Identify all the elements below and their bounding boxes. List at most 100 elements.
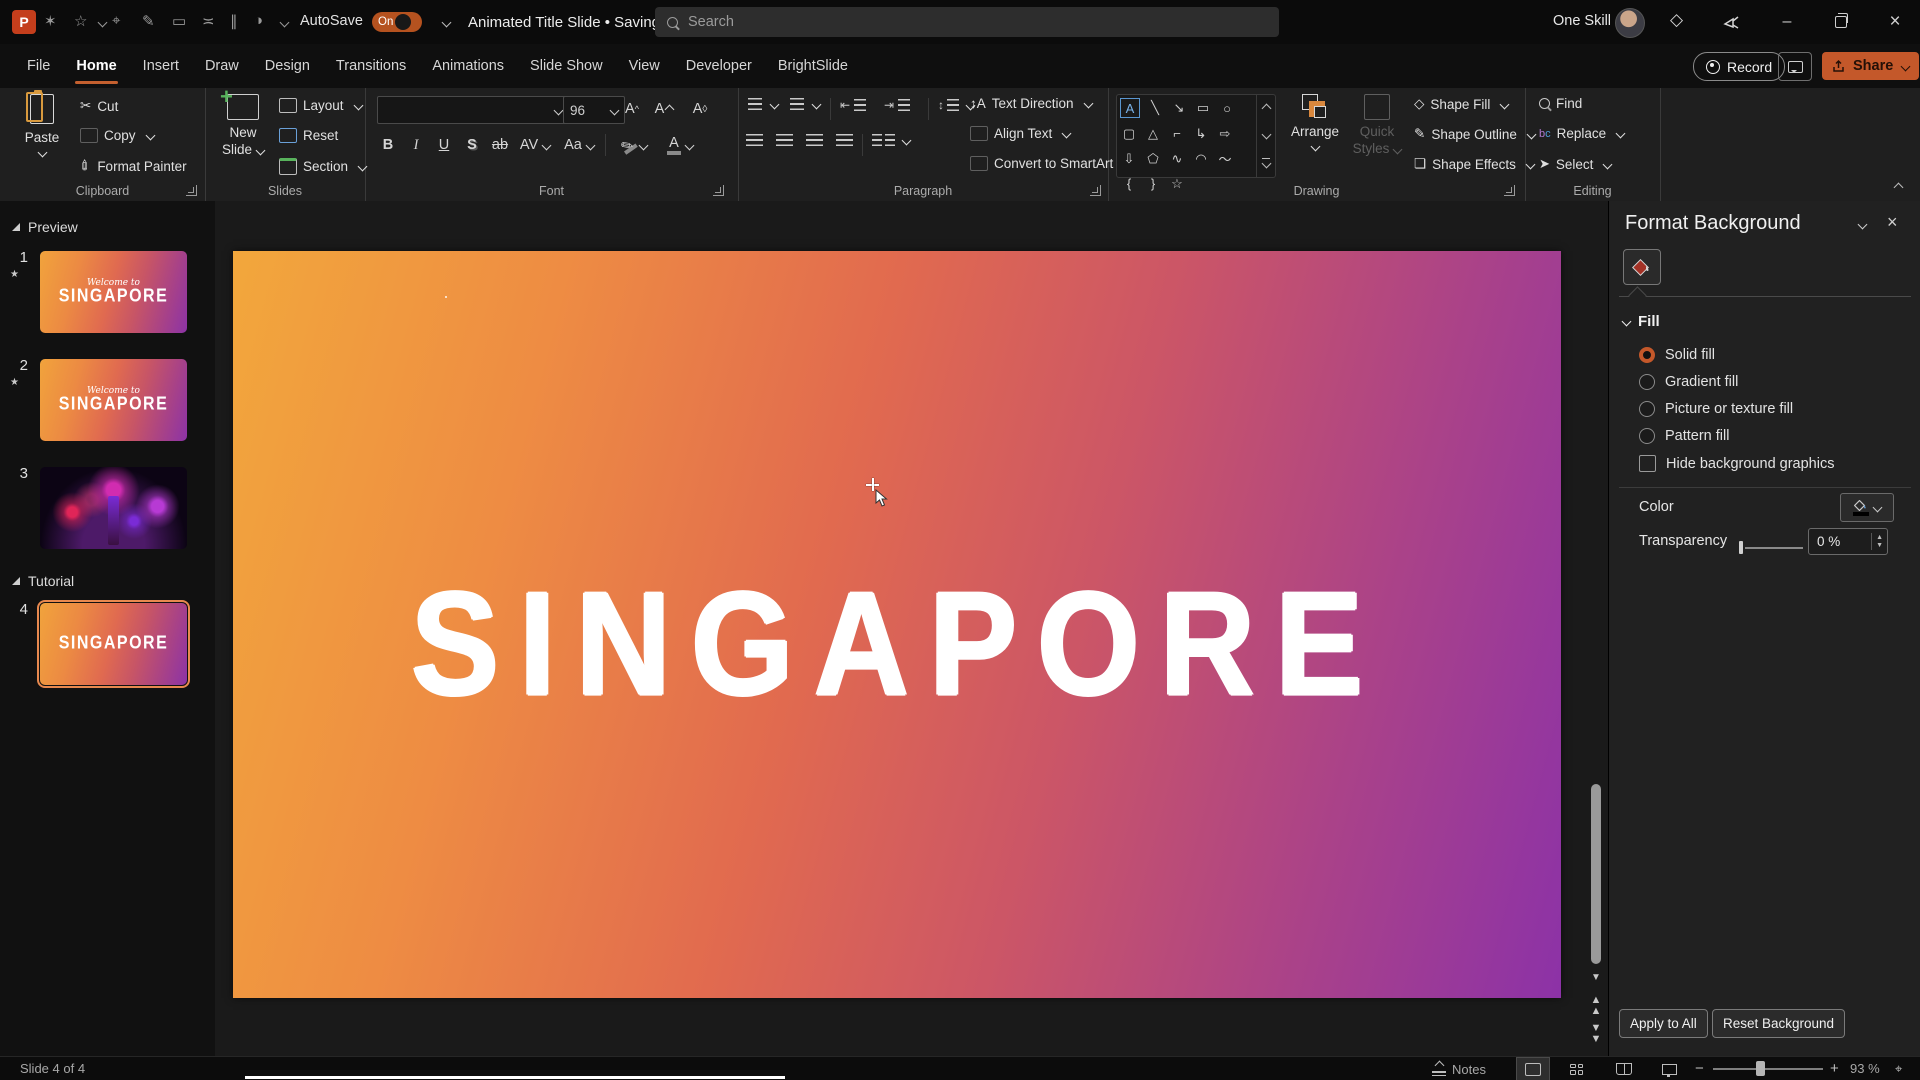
powerpoint-logo-icon[interactable]: P [12, 10, 36, 34]
animation-preview-icon[interactable]: ✶ [44, 12, 57, 30]
align-text-button[interactable]: Align Text [970, 126, 1070, 141]
replace-button[interactable]: bc Replace [1539, 126, 1624, 141]
tab-home[interactable]: Home [63, 44, 129, 88]
minimize-button[interactable]: – [1772, 7, 1802, 37]
bold-button[interactable]: B [375, 132, 401, 158]
move-anchor-icon[interactable]: ⌖ [112, 12, 120, 29]
section-button[interactable]: Section [279, 158, 366, 175]
shape-rectangle[interactable]: ▭ [1191, 96, 1215, 121]
bullets-button[interactable] [748, 98, 778, 111]
collapse-ribbon-chevron-icon[interactable] [1894, 183, 1904, 193]
drawing-dialog-launcher[interactable] [1504, 185, 1515, 196]
slide-thumbnail-2[interactable]: Welcome to SINGAPORE [40, 359, 187, 441]
gradient-fill-radio[interactable]: Gradient fill [1639, 374, 1738, 390]
italic-button[interactable]: I [403, 132, 429, 158]
character-spacing-button[interactable]: AV [517, 132, 553, 158]
pattern-fill-radio[interactable]: Pattern fill [1639, 428, 1729, 444]
format-painter-button[interactable]: ✐ Format Painter [80, 158, 187, 174]
reset-button[interactable]: Reset [279, 128, 338, 143]
tab-draw[interactable]: Draw [192, 44, 252, 88]
picture-texture-fill-radio[interactable]: Picture or texture fill [1639, 401, 1793, 417]
increase-font-size-button[interactable]: A^ [619, 96, 645, 122]
tab-animations[interactable]: Animations [419, 44, 517, 88]
color-picker-button[interactable] [1840, 493, 1894, 522]
restore-button[interactable] [1826, 7, 1856, 37]
line-spacing-button[interactable]: ↕ [938, 98, 974, 112]
tab-brightslide[interactable]: BrightSlide [765, 44, 861, 88]
shape-line[interactable]: ╲ [1143, 96, 1167, 121]
shape-curve[interactable]: 〜 [1213, 146, 1237, 171]
tab-view[interactable]: View [616, 44, 673, 88]
scroll-down-arrow-icon[interactable]: ▼ [1588, 973, 1604, 983]
text-direction-button[interactable]: ↕A Text Direction [970, 96, 1092, 111]
paragraph-dialog-launcher[interactable] [1090, 185, 1101, 196]
premium-diamond-icon[interactable]: ◇ [1670, 10, 1683, 30]
find-button[interactable]: Find [1539, 96, 1582, 111]
underline-button[interactable]: U [431, 132, 457, 158]
tab-insert[interactable]: Insert [130, 44, 192, 88]
transparency-slider-track[interactable] [1745, 547, 1803, 549]
solid-fill-radio[interactable]: Solid fill [1639, 347, 1715, 363]
section-header-preview[interactable]: Preview [12, 219, 78, 235]
clipboard-dialog-launcher[interactable] [186, 185, 197, 196]
zoom-percentage[interactable]: 93 % [1850, 1061, 1880, 1076]
distribute-icon[interactable]: ∥ [230, 12, 238, 30]
star-icon[interactable]: ☆ [74, 12, 87, 30]
slide-indicator[interactable]: Slide 4 of 4 [20, 1061, 85, 1076]
zoom-in-button[interactable]: + [1830, 1060, 1839, 1077]
cut-button[interactable]: ✂Cut [80, 98, 118, 114]
change-case-button[interactable]: Aa [561, 132, 597, 158]
slide-title-text[interactable]: SINGAPORE [233, 559, 1561, 728]
shape-elbow-arrow[interactable]: ↳ [1189, 121, 1213, 146]
star-dropdown-chevron-icon[interactable] [98, 18, 108, 28]
strikethrough-button[interactable]: ab [487, 132, 513, 158]
previous-slide-button[interactable]: ▲▲ [1588, 995, 1604, 1017]
slideshow-view-button[interactable] [1654, 1057, 1685, 1080]
justify-button[interactable] [836, 134, 853, 147]
search-input[interactable]: Search [655, 7, 1279, 37]
fit-to-window-icon[interactable]: ⌖ [1895, 1061, 1902, 1077]
tab-developer[interactable]: Developer [673, 44, 765, 88]
transparency-slider-thumb[interactable] [1739, 541, 1743, 554]
align-left-button[interactable] [746, 134, 763, 147]
fill-section-header[interactable]: Fill [1623, 313, 1660, 330]
font-color-button[interactable]: A [661, 132, 699, 158]
shape-outline-button[interactable]: ✎ Shape Outline [1414, 126, 1535, 142]
shape-right-arrow[interactable]: ⇨ [1213, 121, 1237, 146]
autosave-chevron-icon[interactable] [442, 18, 452, 28]
slide-thumbnail-3[interactable] [40, 467, 187, 549]
shape-fill-button[interactable]: ◇ Shape Fill [1414, 96, 1508, 112]
shape-elbow-connector[interactable]: ⌐ [1165, 121, 1189, 146]
record-button[interactable]: Record [1693, 52, 1785, 81]
columns-button[interactable] [872, 134, 910, 147]
zoom-slider-thumb[interactable] [1756, 1061, 1765, 1076]
megaphone-icon[interactable] [1722, 12, 1742, 32]
close-button[interactable]: × [1880, 7, 1910, 37]
slide-frame-icon[interactable]: ▭ [172, 12, 186, 30]
slide-canvas[interactable]: SINGAPORE [233, 251, 1561, 998]
account-name[interactable]: One Skill [1553, 13, 1611, 29]
font-name-combo[interactable] [377, 96, 569, 124]
shape-oval[interactable]: ○ [1215, 96, 1239, 121]
align-center-button[interactable] [776, 134, 793, 147]
next-slide-button[interactable]: ▼▼ [1588, 1023, 1604, 1045]
font-dialog-launcher[interactable] [713, 185, 724, 196]
tab-slide-show[interactable]: Slide Show [517, 44, 616, 88]
increase-indent-button[interactable]: ⇥ [884, 98, 910, 112]
avatar[interactable] [1615, 8, 1645, 38]
pane-chevron-icon[interactable] [1858, 220, 1868, 230]
align-right-button[interactable] [806, 134, 823, 147]
shape-tool-icon[interactable]: ◑ [254, 12, 263, 29]
tab-transitions[interactable]: Transitions [323, 44, 419, 88]
autosave-toggle[interactable]: On [372, 12, 422, 32]
shape-rounded-rectangle[interactable]: ▢ [1117, 121, 1141, 146]
copy-button[interactable]: Copy [80, 128, 154, 143]
vertical-scrollbar-thumb[interactable] [1591, 784, 1601, 964]
pane-close-icon[interactable]: × [1887, 212, 1898, 233]
comments-button[interactable] [1778, 52, 1812, 81]
shape-triangle[interactable]: △ [1141, 121, 1165, 146]
tab-file[interactable]: File [14, 44, 63, 88]
arrange-button[interactable]: Arrange [1286, 94, 1344, 150]
section-header-tutorial[interactable]: Tutorial [12, 573, 74, 589]
spinner-arrows-icon[interactable]: ▲▼ [1871, 533, 1887, 550]
